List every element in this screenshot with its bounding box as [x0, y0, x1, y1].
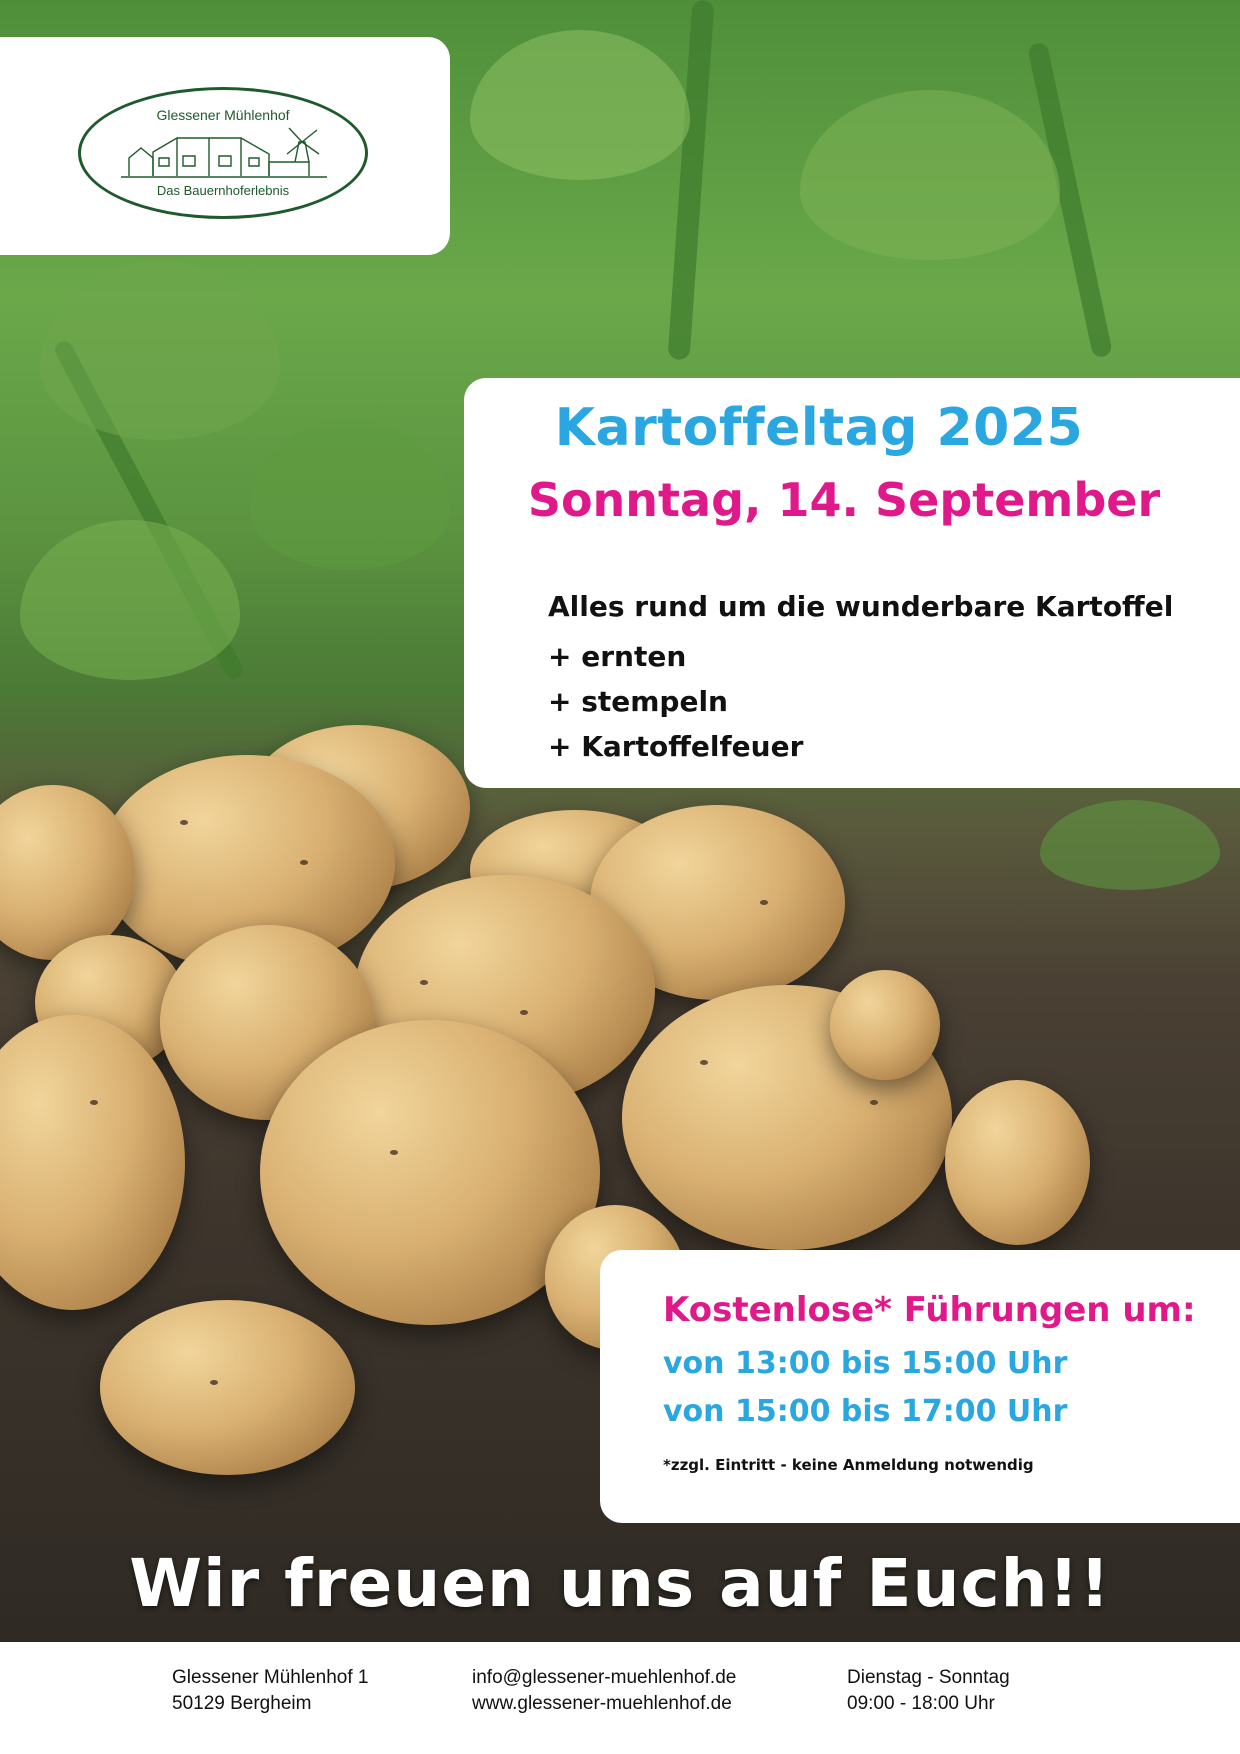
website-link[interactable]: www.glessener-muehlenhof.de: [472, 1691, 736, 1717]
tours-panel: Kostenlose* Führungen um: von 13:00 bis …: [600, 1250, 1240, 1523]
leaf: [470, 30, 690, 180]
potato: [830, 970, 940, 1080]
potato: [945, 1080, 1090, 1245]
tour-time: von 15:00 bis 17:00 Uhr: [663, 1394, 1068, 1429]
slogan: Wir freuen uns auf Euch!!: [129, 1545, 1111, 1622]
address-street: Glessener Mühlenhof 1: [172, 1667, 369, 1688]
poster: Glessener Mühlenhof Das Bauernhoferlebni…: [0, 0, 1240, 1754]
event-subline: Alles rund um die wunderbare Kartoffel: [548, 590, 1174, 623]
logo-panel: Glessener Mühlenhof Das Bauernhoferlebni…: [0, 37, 450, 255]
farmhouse-windmill-icon: [121, 127, 327, 178]
soil-speck: [300, 860, 308, 865]
soil-speck: [760, 900, 768, 905]
plant-stem: [667, 0, 715, 361]
soil-speck: [90, 1100, 98, 1105]
address-city: 50129 Bergheim: [172, 1693, 312, 1714]
opening-days: Dienstag - Sonntag: [847, 1667, 1010, 1688]
soil-speck: [210, 1380, 218, 1385]
footer-hours: Dienstag - Sonntag 09:00 - 18:00 Uhr: [847, 1665, 1010, 1717]
tours-heading: Kostenlose* Führungen um:: [663, 1290, 1196, 1330]
event-date: Sonntag, 14. September: [527, 473, 1161, 527]
potato: [0, 785, 135, 960]
soil-speck: [700, 1060, 708, 1065]
opening-times: 09:00 - 18:00 Uhr: [847, 1693, 995, 1714]
leaf: [20, 520, 240, 680]
potato: [0, 1015, 185, 1310]
footer: Glessener Mühlenhof 1 50129 Bergheim inf…: [0, 1642, 1240, 1754]
activity-item: + stempeln: [548, 685, 728, 718]
soil-speck: [390, 1150, 398, 1155]
soil-speck: [520, 1010, 528, 1015]
email-link[interactable]: info@glessener-muehlenhof.de: [472, 1665, 736, 1691]
leaf: [250, 420, 450, 570]
tours-footnote: *zzgl. Eintritt - keine Anmeldung notwen…: [663, 1456, 1034, 1474]
activity-item: + ernten: [548, 640, 687, 673]
leaf: [1040, 800, 1220, 890]
footer-contact: info@glessener-muehlenhof.de www.glessen…: [472, 1665, 736, 1717]
soil-speck: [420, 980, 428, 985]
logo-tagline: Das Bauernhoferlebnis: [156, 183, 290, 198]
soil-speck: [870, 1100, 878, 1105]
activity-list: + ernten + stempeln + Kartoffelfeuer: [548, 634, 803, 769]
footer-address: Glessener Mühlenhof 1 50129 Bergheim: [172, 1665, 368, 1717]
leaf: [40, 260, 280, 440]
soil-speck: [180, 820, 188, 825]
tour-time: von 13:00 bis 15:00 Uhr: [663, 1346, 1068, 1381]
event-title: Kartoffeltag 2025: [554, 398, 1084, 458]
potato: [100, 1300, 355, 1475]
logo-name: Glessener Mühlenhof: [156, 107, 290, 123]
leaf: [800, 90, 1060, 260]
activity-item: + Kartoffelfeuer: [548, 730, 804, 763]
farm-logo: Glessener Mühlenhof Das Bauernhoferlebni…: [78, 87, 368, 219]
event-info-panel: Kartoffeltag 2025 Sonntag, 14. September…: [464, 378, 1240, 788]
